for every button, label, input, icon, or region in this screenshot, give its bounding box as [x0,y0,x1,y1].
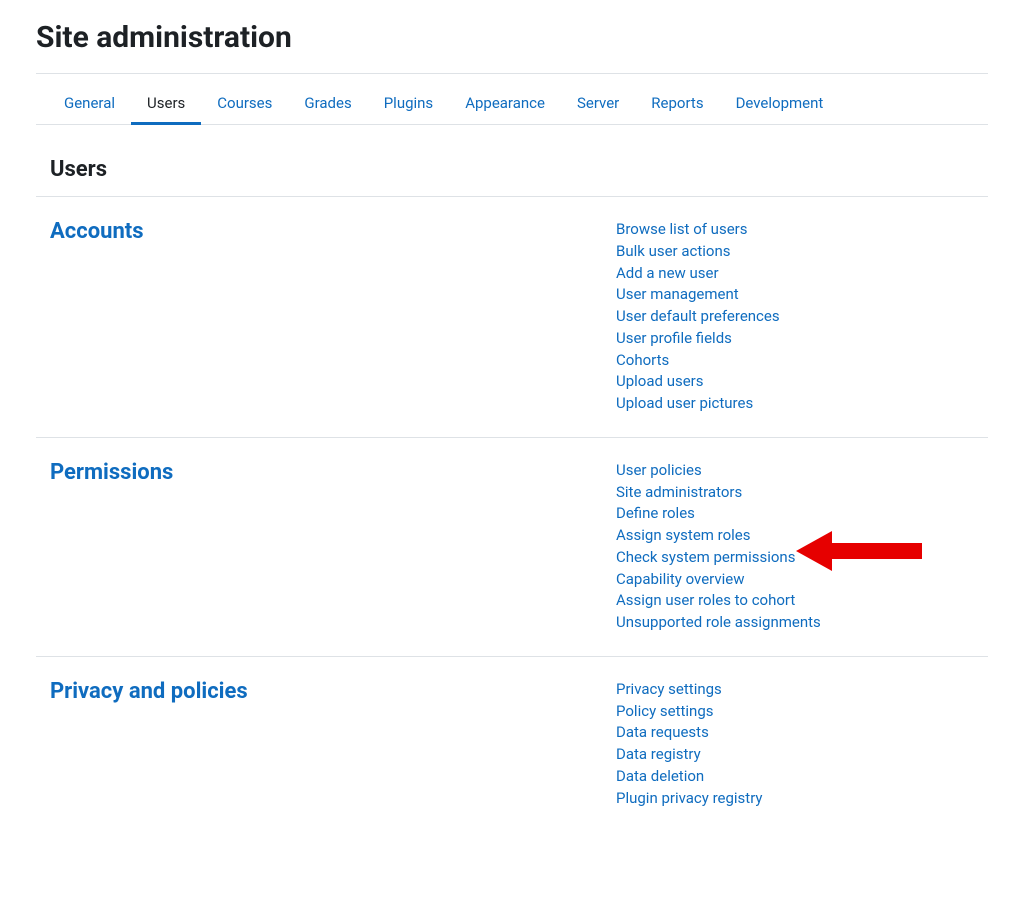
link-check-system-permissions[interactable]: Check system permissions [616,547,988,569]
link-data-requests[interactable]: Data requests [616,722,988,744]
link-assign-user-roles-to-cohort[interactable]: Assign user roles to cohort [616,590,988,612]
tab-general[interactable]: General [48,84,131,124]
link-privacy-settings[interactable]: Privacy settings [616,679,988,701]
link-define-roles[interactable]: Define roles [616,503,988,525]
tab-development[interactable]: Development [720,84,840,124]
tab-reports[interactable]: Reports [635,84,719,124]
admin-tabs: GeneralUsersCoursesGradesPluginsAppearan… [36,74,988,125]
link-user-default-preferences[interactable]: User default preferences [616,306,988,328]
link-user-policies[interactable]: User policies [616,460,988,482]
category-heading-accounts[interactable]: Accounts [50,219,616,244]
link-user-profile-fields[interactable]: User profile fields [616,328,988,350]
category-block: Privacy and policiesPrivacy settingsPoli… [36,657,988,832]
tab-grades[interactable]: Grades [288,84,367,124]
tab-plugins[interactable]: Plugins [368,84,449,124]
link-cohorts[interactable]: Cohorts [616,350,988,372]
category-heading-permissions[interactable]: Permissions [50,460,616,485]
page-title: Site administration [36,20,988,74]
link-site-administrators[interactable]: Site administrators [616,482,988,504]
link-capability-overview[interactable]: Capability overview [616,569,988,591]
link-upload-users[interactable]: Upload users [616,371,988,393]
link-user-management[interactable]: User management [616,284,988,306]
tab-courses[interactable]: Courses [201,84,288,124]
section-title: Users [36,125,988,197]
tab-server[interactable]: Server [561,84,635,124]
link-bulk-user-actions[interactable]: Bulk user actions [616,241,988,263]
category-block: AccountsBrowse list of usersBulk user ac… [36,197,988,438]
link-policy-settings[interactable]: Policy settings [616,701,988,723]
link-assign-system-roles[interactable]: Assign system roles [616,525,988,547]
link-plugin-privacy-registry[interactable]: Plugin privacy registry [616,788,988,810]
link-browse-list-of-users[interactable]: Browse list of users [616,219,988,241]
tab-users[interactable]: Users [131,84,201,124]
link-unsupported-role-assignments[interactable]: Unsupported role assignments [616,612,988,634]
link-add-a-new-user[interactable]: Add a new user [616,263,988,285]
tab-appearance[interactable]: Appearance [449,84,561,124]
category-heading-privacy-and-policies[interactable]: Privacy and policies [50,679,616,704]
category-block: PermissionsUser policiesSite administrat… [36,438,988,657]
link-upload-user-pictures[interactable]: Upload user pictures [616,393,988,415]
link-data-registry[interactable]: Data registry [616,744,988,766]
link-data-deletion[interactable]: Data deletion [616,766,988,788]
